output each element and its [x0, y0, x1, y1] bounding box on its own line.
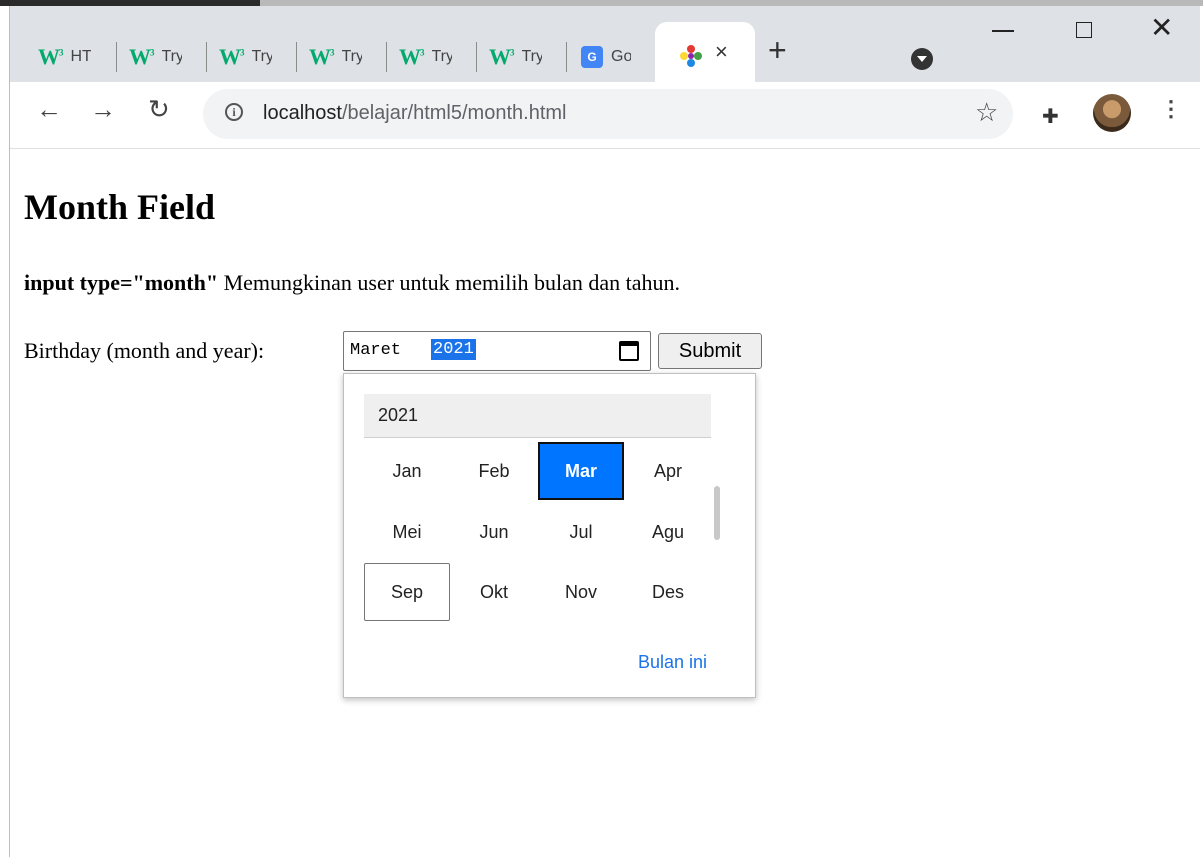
minimize-button[interactable] [992, 30, 1014, 32]
extensions-puzzle-icon[interactable]: ✚ [1042, 104, 1059, 129]
calendar-icon[interactable] [619, 341, 639, 361]
page-title: Month Field [24, 187, 216, 227]
month-cell-mei[interactable]: Mei [364, 503, 450, 561]
browser-toolbar: ← → ↻ i localhost/belajar/html5/month.ht… [10, 82, 1200, 149]
tab-title: Try [161, 48, 182, 65]
picker-scrollbar[interactable] [714, 486, 720, 540]
close-tab-icon[interactable]: × [715, 39, 728, 65]
month-cell-okt[interactable]: Okt [451, 563, 537, 621]
month-cell-des[interactable]: Des [625, 563, 711, 621]
month-picker-popup: 2021 Jan Feb Mar Apr Mei Jun Jul Agu Sep… [343, 373, 756, 698]
pinwheel-icon [680, 45, 702, 67]
birthday-label: Birthday (month and year): [24, 338, 265, 363]
maximize-button[interactable] [1076, 22, 1092, 38]
tab-5[interactable]: W3 Try [387, 32, 477, 82]
tab-title: Try [251, 48, 272, 65]
month-cell-feb[interactable]: Feb [451, 442, 537, 500]
tab-4[interactable]: W3 Try [297, 32, 387, 82]
month-cell-jun[interactable]: Jun [451, 503, 537, 561]
url-text[interactable]: localhost/belajar/html5/month.html [263, 102, 566, 125]
tab-search-icon[interactable] [911, 48, 933, 70]
picker-year-header[interactable]: 2021 [364, 394, 711, 438]
month-cell-agu[interactable]: Agu [625, 503, 711, 561]
w3schools-icon: W3 [309, 44, 334, 69]
tab-6[interactable]: W3 Try [477, 32, 567, 82]
forward-arrow-icon[interactable]: → [90, 96, 116, 122]
info-icon[interactable]: i [225, 103, 243, 121]
month-cell-sep[interactable]: Sep [364, 563, 450, 621]
month-cell-jan[interactable]: Jan [364, 442, 450, 500]
w3schools-icon: W3 [219, 44, 244, 69]
w3schools-icon: W3 [38, 44, 63, 69]
month-cell-mar[interactable]: Mar [538, 442, 624, 500]
tab-title: Go [611, 48, 631, 65]
new-tab-button[interactable]: + [768, 34, 787, 66]
month-input[interactable]: Maret 2021 [343, 331, 651, 371]
tab-3[interactable]: W3 Try [207, 32, 297, 82]
w3schools-icon: W3 [129, 44, 154, 69]
tab-title: Try [521, 48, 542, 65]
description: input type="month" Memungkinan user untu… [24, 270, 680, 296]
active-tab[interactable]: × [655, 22, 755, 82]
year-segment[interactable]: 2021 [431, 339, 476, 360]
month-cell-jul[interactable]: Jul [538, 503, 624, 561]
avatar[interactable] [1093, 94, 1131, 132]
submit-button[interactable]: Submit [658, 333, 762, 369]
tab-2[interactable]: W3 Try [117, 32, 207, 82]
description-text: Memungkinan user untuk memilih bulan dan… [218, 270, 680, 295]
reload-icon[interactable]: ↻ [148, 96, 170, 122]
this-month-button[interactable]: Bulan ini [638, 652, 707, 673]
tab-1[interactable]: W3 HT [10, 32, 117, 82]
tab-strip: W3 HT W3 Try W3 Try W3 Try W3 Try W3 Try… [10, 6, 1200, 82]
month-segment[interactable]: Maret [350, 341, 401, 360]
bookmark-star-icon[interactable]: ☆ [975, 99, 998, 125]
window-close-button[interactable]: ✕ [1150, 14, 1173, 42]
month-cell-nov[interactable]: Nov [538, 563, 624, 621]
address-bar[interactable]: i localhost/belajar/html5/month.html ☆ [203, 89, 1013, 139]
kebab-menu-icon[interactable]: ⋮ [1160, 98, 1182, 120]
w3schools-icon: W3 [399, 44, 424, 69]
tab-title: HT [70, 48, 91, 65]
google-translate-icon: G [581, 46, 603, 68]
back-arrow-icon[interactable]: ← [36, 96, 62, 122]
window-frame-left [0, 6, 10, 857]
tab-title: Try [431, 48, 452, 65]
tab-7[interactable]: G Go [567, 32, 655, 82]
w3schools-icon: W3 [489, 44, 514, 69]
month-cell-apr[interactable]: Apr [625, 442, 711, 500]
description-code: input type="month" [24, 270, 219, 295]
tab-title: Try [341, 48, 362, 65]
